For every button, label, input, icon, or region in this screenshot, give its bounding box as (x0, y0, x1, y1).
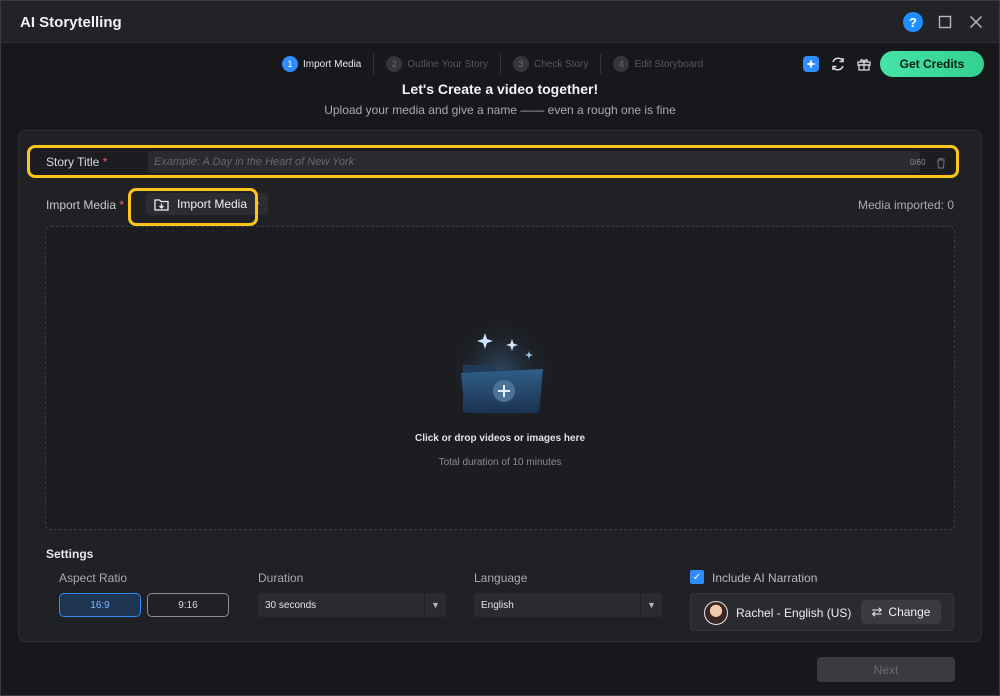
story-title-row: Story Title * 0/60 (27, 145, 959, 178)
chevron-down-icon[interactable]: ▼ (424, 593, 446, 617)
title-bar: AI Storytelling ? (1, 1, 999, 43)
step-divider (373, 54, 375, 74)
voice-name: Rachel - English (US) (736, 606, 852, 620)
dropzone-subtitle: Total duration of 10 minutes (438, 457, 562, 468)
import-media-label: Import Media * (46, 198, 124, 212)
step-divider (600, 54, 602, 74)
required-mark: * (102, 155, 108, 169)
story-title-input[interactable] (148, 151, 920, 173)
duration-value: 30 seconds (265, 599, 317, 611)
aspect-ratio-9-16-button[interactable]: 9:16 (147, 593, 229, 617)
change-voice-button[interactable]: ⇄ Change (861, 600, 941, 624)
chevron-down-icon[interactable]: ▼ (640, 593, 662, 617)
step-outline-story: 2 Outline Your Story (386, 56, 488, 72)
step-number: 3 (512, 56, 529, 72)
step-label: Edit Storyboard (634, 58, 704, 70)
language-label: Language (474, 571, 528, 585)
step-divider (499, 54, 501, 74)
step-label: Check Story (533, 58, 589, 70)
ai-narration-label: Include AI Narration (712, 571, 818, 585)
aspect-ratio-16-9-button[interactable]: 16:9 (59, 593, 141, 617)
ai-narration-checkbox[interactable]: ✓ (690, 570, 704, 584)
character-counter: 0/60 (910, 158, 926, 167)
language-select[interactable]: English ▼ (474, 593, 662, 617)
ai-sparkle-icon[interactable] (801, 54, 821, 74)
step-label: Import Media (303, 58, 362, 70)
media-imported-count: Media imported: 0 (857, 198, 954, 212)
story-title-label-text: Story Title (46, 155, 100, 169)
gift-icon[interactable] (854, 54, 874, 74)
story-title-label: Story Title * (46, 155, 107, 169)
refresh-icon[interactable] (828, 54, 848, 74)
duration-select[interactable]: 30 seconds ▼ (258, 593, 446, 617)
swap-icon: ⇄ (871, 604, 883, 619)
narration-voice-box: Rachel - English (US) ⇄ Change (690, 593, 954, 631)
help-icon[interactable]: ? (903, 12, 923, 32)
import-media-label-text: Import Media (46, 198, 117, 212)
change-voice-label: Change (888, 605, 931, 619)
step-number: 4 (613, 56, 630, 72)
avatar (704, 601, 728, 625)
aspect-ratio-label: Aspect Ratio (59, 571, 128, 585)
window-title: AI Storytelling (20, 14, 122, 31)
duration-label: Duration (258, 571, 304, 585)
language-value: English (481, 599, 514, 611)
settings-heading: Settings (46, 547, 94, 561)
page-headline: Let's Create a video together! (401, 81, 599, 97)
maximize-icon[interactable] (935, 12, 955, 32)
step-number: 1 (282, 56, 298, 72)
step-indicator: 1 Import Media 2 Outline Your Story 3 Ch… (282, 54, 703, 74)
folder-upload-icon[interactable] (451, 317, 551, 417)
close-icon[interactable] (966, 12, 986, 32)
step-edit-storyboard: 4 Edit Storyboard (613, 56, 703, 72)
get-credits-button[interactable]: Get Credits (880, 51, 984, 77)
trash-icon[interactable] (935, 156, 947, 169)
required-mark: * (119, 198, 125, 212)
next-button[interactable]: Next (817, 657, 955, 682)
step-number: 2 (386, 56, 403, 72)
page-subheadline: Upload your media and give a name —— eve… (324, 103, 676, 117)
step-import-media: 1 Import Media (282, 56, 361, 72)
step-label: Outline Your Story (407, 58, 488, 70)
step-check-story: 3 Check Story (512, 56, 589, 72)
dropzone-title: Click or drop videos or images here (414, 433, 586, 444)
import-media-highlight (128, 188, 258, 226)
